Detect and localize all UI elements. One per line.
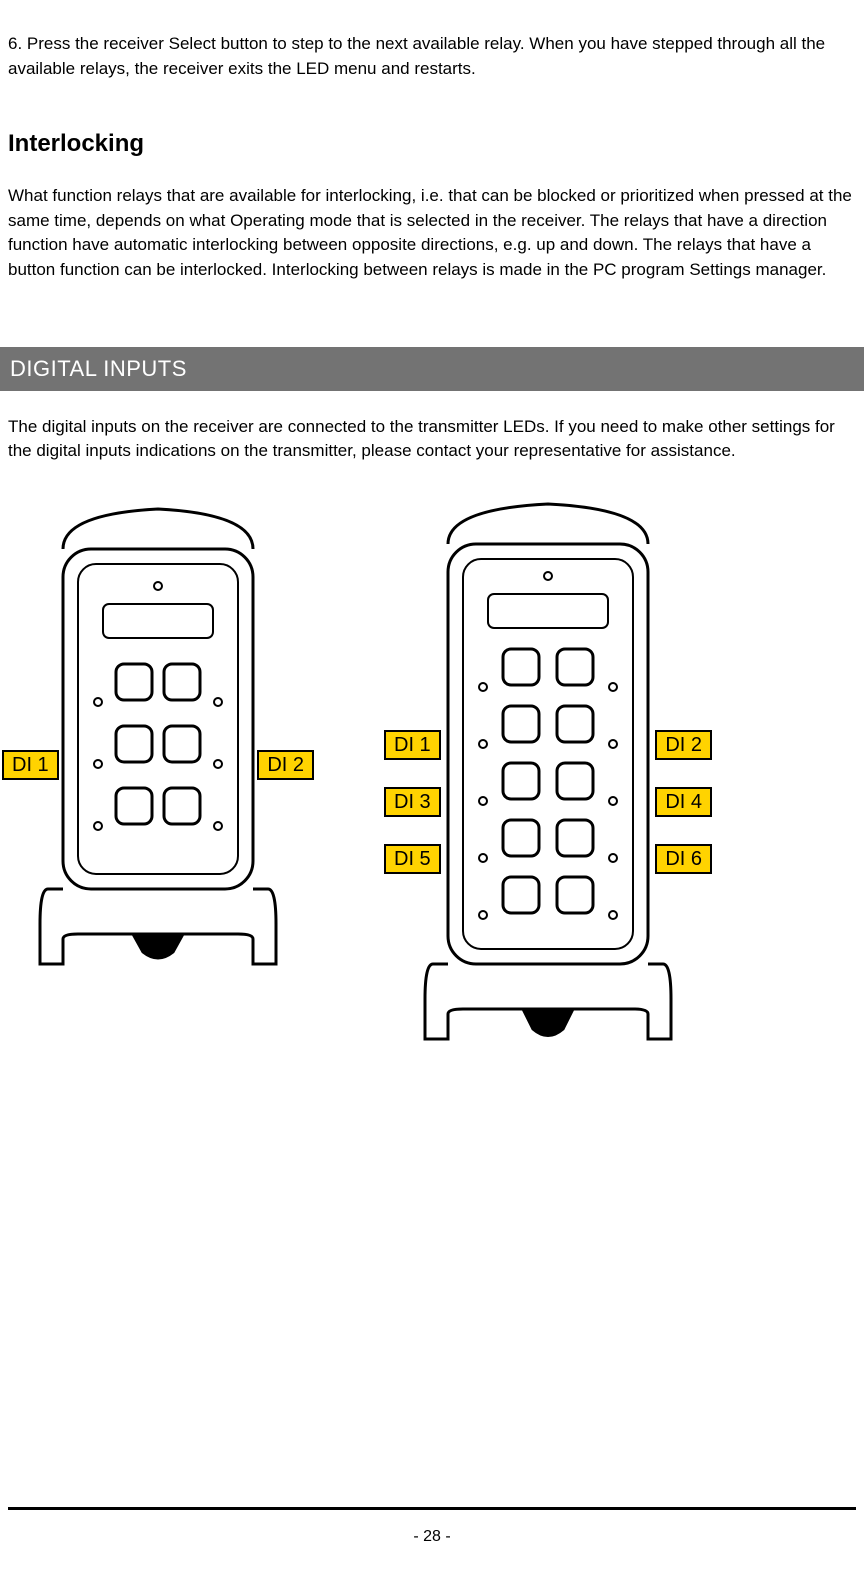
label-di1-large: DI 1 [384, 730, 441, 760]
label-di4: DI 4 [655, 787, 712, 817]
page-number: - 28 - [0, 1525, 864, 1548]
label-di5: DI 5 [384, 844, 441, 874]
label-di3: DI 3 [384, 787, 441, 817]
transmitter-large-diagram: DI 1 DI 2 DI 3 DI 4 DI 5 DI 6 [388, 494, 708, 1094]
label-di2-large: DI 2 [655, 730, 712, 760]
diagram-row: DI 1 DI 2 [8, 494, 856, 1094]
interlocking-heading: Interlocking [8, 127, 856, 162]
label-di6: DI 6 [655, 844, 712, 874]
transmitter-small-diagram: DI 1 DI 2 [8, 494, 308, 1014]
interlocking-text: What function relays that are available … [8, 184, 856, 283]
label-di1: DI 1 [2, 750, 59, 780]
digital-inputs-text: The digital inputs on the receiver are c… [8, 415, 856, 464]
label-di2: DI 2 [257, 750, 314, 780]
footer-rule [8, 1507, 856, 1510]
digital-inputs-heading: DIGITAL INPUTS [0, 347, 864, 391]
step-6-text: 6. Press the receiver Select button to s… [8, 32, 856, 81]
